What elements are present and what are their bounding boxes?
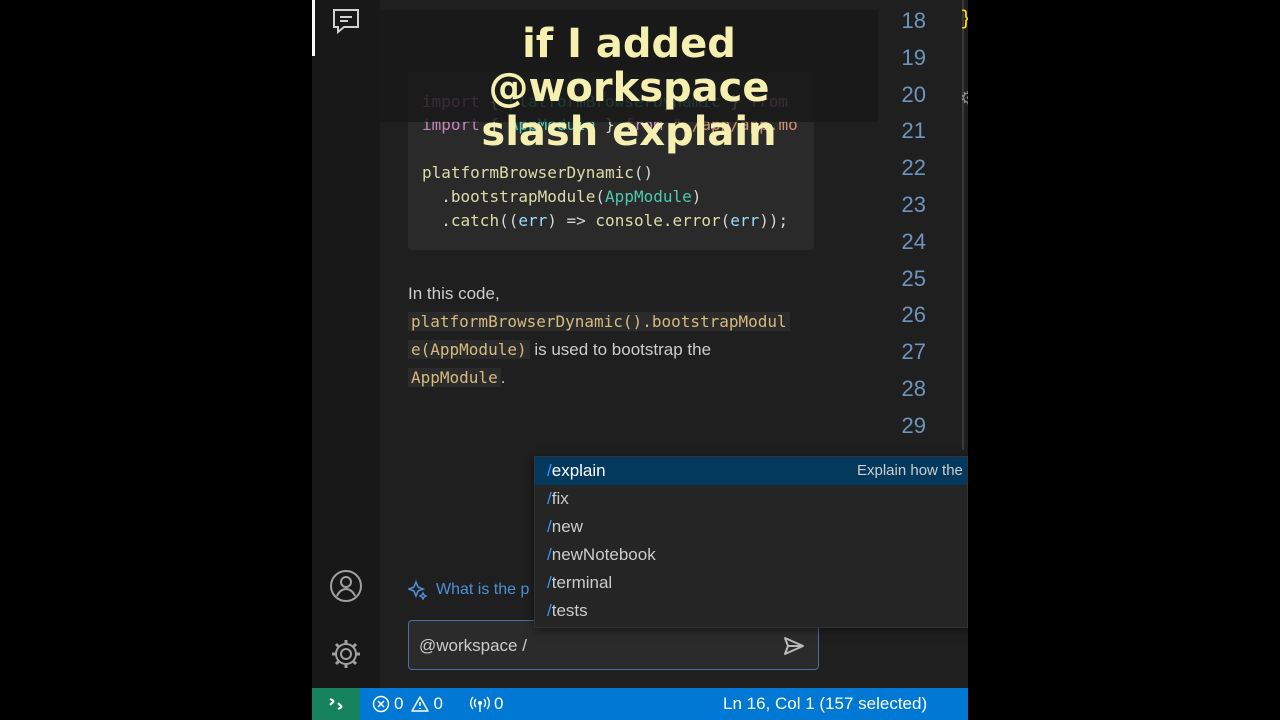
line-number: 29 bbox=[901, 412, 926, 438]
line-number: 23 bbox=[901, 192, 926, 217]
remote-indicator[interactable] bbox=[312, 688, 360, 720]
status-bar: 0 0 0 Ln 16, Col 1 (157 selected) bbox=[312, 688, 968, 720]
command-label: new bbox=[551, 517, 583, 536]
command-label: newNotebook bbox=[551, 545, 656, 564]
line-number: 20 bbox=[901, 81, 926, 107]
cursor-position[interactable]: Ln 16, Col 1 (157 selected) bbox=[723, 694, 927, 714]
command-fix[interactable]: /fix bbox=[535, 485, 967, 513]
explanation-text: In this code, platformBrowserDynamic().b… bbox=[408, 280, 818, 392]
command-terminal[interactable]: /terminal bbox=[535, 569, 967, 597]
code-token: (( bbox=[499, 211, 519, 230]
chat-input-value: @workspace / bbox=[419, 636, 527, 655]
settings-gear-icon[interactable] bbox=[326, 634, 366, 674]
video-caption: if I added @workspace slash explain bbox=[380, 22, 878, 154]
line-number: 26 bbox=[901, 302, 926, 328]
inline-code: platformBrowserDynamic().bootstrapModul bbox=[408, 312, 790, 331]
inline-code: e(AppModule) bbox=[408, 340, 530, 359]
line-number: 24 bbox=[901, 228, 926, 254]
line-number: 21 bbox=[901, 118, 926, 144]
code-token: catch bbox=[450, 211, 500, 230]
active-indicator bbox=[312, 0, 315, 56]
line-number: 19 bbox=[901, 44, 926, 70]
code-token: )); bbox=[759, 211, 789, 230]
account-icon[interactable] bbox=[326, 566, 366, 606]
cursor-position-label: Ln 16, Col 1 (157 selected) bbox=[723, 694, 928, 713]
command-new[interactable]: /new bbox=[535, 513, 967, 541]
activity-bar bbox=[312, 0, 380, 688]
line-number: 28 bbox=[901, 376, 926, 401]
followup-suggestion[interactable]: What is the p bbox=[408, 580, 529, 600]
gear-icon: ⚙ bbox=[960, 88, 968, 109]
line-number: 18 bbox=[901, 8, 926, 33]
command-label: explain bbox=[551, 461, 606, 480]
caption-line-1: if I added @workspace bbox=[488, 21, 770, 111]
bracket-glyph: } bbox=[960, 6, 968, 30]
explanation-middle: is used to bootstrap the bbox=[529, 340, 712, 359]
code-token: AppModule bbox=[605, 187, 692, 206]
code-token: . bbox=[422, 187, 451, 206]
code-token: ( bbox=[720, 211, 731, 230]
code-token: ) => bbox=[547, 211, 596, 230]
code-line: platformBrowserDynamic() bbox=[422, 163, 653, 182]
code-token: ) bbox=[691, 187, 702, 206]
slash-command-dropdown: /explain Explain how the /fix /new /newN… bbox=[534, 456, 968, 628]
problems-indicator[interactable]: 0 0 bbox=[372, 694, 443, 714]
command-label: tests bbox=[551, 601, 588, 620]
code-token: platformBrowserDynamic bbox=[422, 163, 634, 182]
chat-icon[interactable] bbox=[326, 2, 366, 42]
command-explain[interactable]: /explain Explain how the bbox=[535, 457, 967, 485]
command-label: terminal bbox=[551, 573, 613, 592]
error-count: 0 bbox=[394, 694, 404, 713]
ports-count: 0 bbox=[494, 694, 504, 713]
warning-icon bbox=[411, 696, 430, 712]
line-number: 27 bbox=[901, 339, 926, 365]
inline-code: AppModule bbox=[408, 368, 501, 387]
line-number: 25 bbox=[901, 265, 926, 291]
send-icon[interactable] bbox=[782, 634, 806, 658]
ports-indicator[interactable]: 0 bbox=[470, 694, 503, 714]
code-token: bootstrapModule bbox=[450, 187, 596, 206]
code-token: . bbox=[422, 211, 451, 230]
code-token: console.error bbox=[595, 211, 721, 230]
command-description: Explain how the bbox=[857, 462, 963, 479]
line-number: 22 bbox=[901, 155, 926, 181]
command-tests[interactable]: /tests bbox=[535, 597, 967, 625]
broadcast-icon bbox=[470, 696, 490, 712]
error-icon bbox=[372, 695, 390, 713]
command-newnotebook[interactable]: /newNotebook bbox=[535, 541, 967, 569]
code-token: err bbox=[518, 211, 548, 230]
code-line: .catch((err) => console.error(err)); bbox=[422, 211, 788, 230]
code-token: err bbox=[730, 211, 760, 230]
scroll-divider bbox=[962, 0, 964, 450]
explanation-prefix: In this code, bbox=[408, 284, 500, 303]
sparkle-icon bbox=[408, 580, 428, 600]
caption-line-2: slash explain bbox=[481, 109, 777, 155]
suggestion-label: What is the p bbox=[436, 581, 530, 598]
warning-count: 0 bbox=[433, 694, 443, 713]
command-label: fix bbox=[551, 489, 569, 508]
code-line: .bootstrapModule(AppModule) bbox=[422, 187, 701, 206]
code-token: () bbox=[633, 163, 654, 182]
code-token: ( bbox=[595, 187, 606, 206]
remote-icon bbox=[329, 698, 343, 710]
explanation-suffix: . bbox=[500, 368, 506, 387]
